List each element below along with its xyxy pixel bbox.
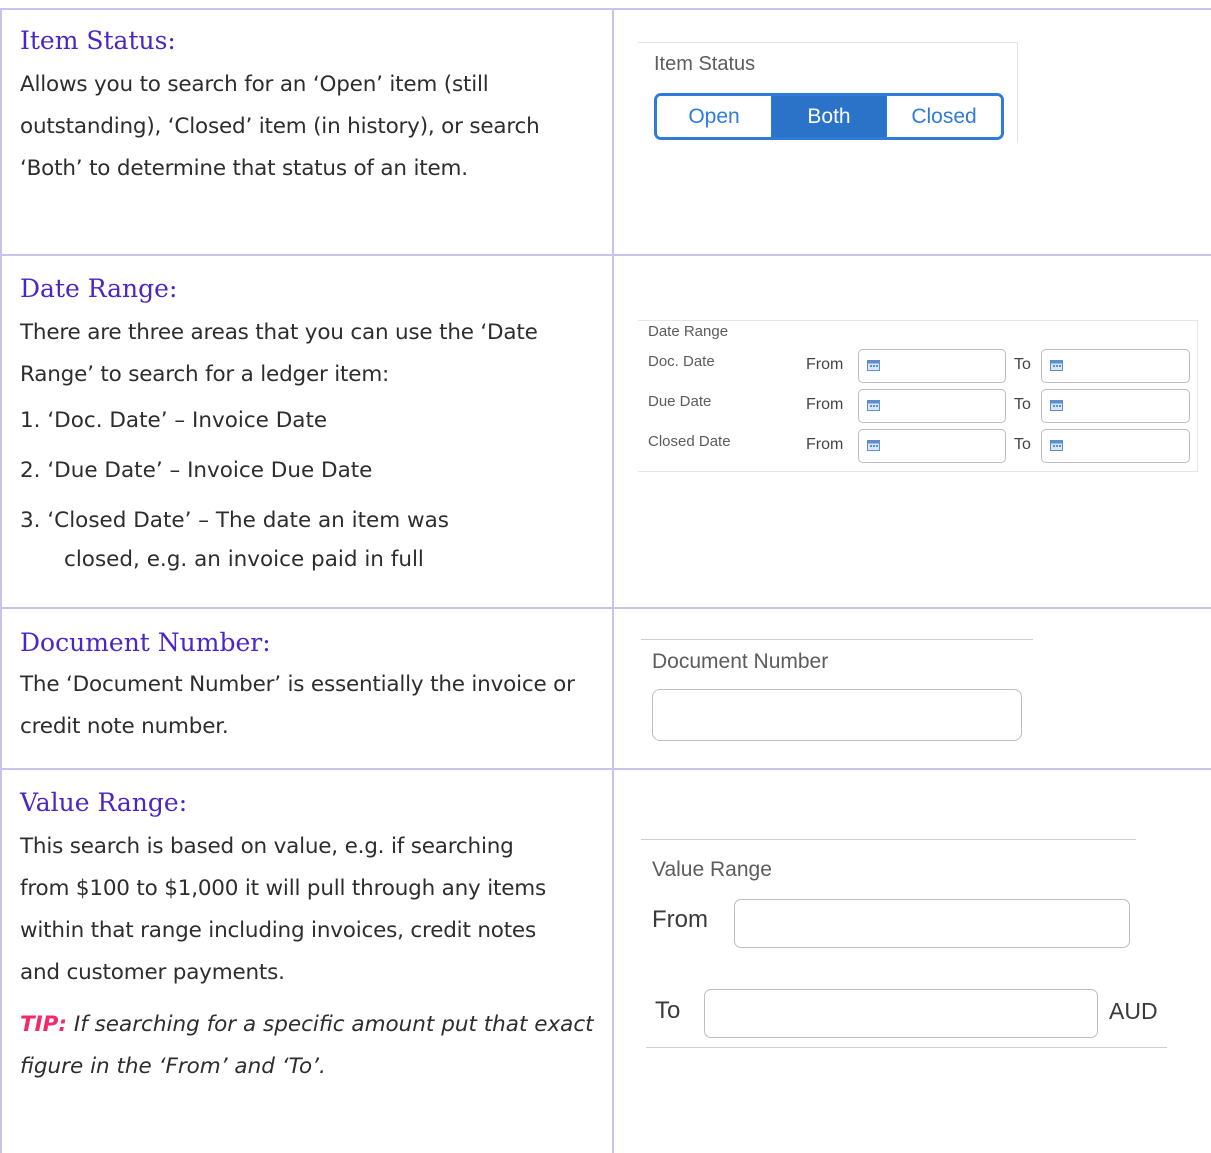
- closed-date-row: Closed Date From To: [648, 429, 1193, 463]
- list-item: 3. ‘Closed Date’ – The date an item was: [20, 508, 450, 533]
- calendar-icon[interactable]: [867, 399, 880, 411]
- list-item-continuation-text: closed, e.g. an invoice paid in full: [64, 547, 424, 572]
- table-border-top: [0, 8, 1211, 10]
- value-from-label: From: [652, 906, 708, 933]
- closed-date-label: Closed Date: [648, 433, 731, 450]
- section-body: This search is based on value, e.g. if s…: [20, 834, 546, 985]
- to-label: To: [1014, 396, 1031, 413]
- item-status-title: Item Status: [654, 53, 756, 75]
- status-closed-button[interactable]: Closed: [886, 96, 1001, 137]
- document-number-input[interactable]: [652, 689, 1022, 741]
- value-range-description: Value Range: This search is based on val…: [20, 786, 600, 1088]
- tip-note: TIP: If searching for a specific amount …: [20, 1004, 600, 1088]
- due-date-row: Due Date From To: [648, 389, 1193, 423]
- item-status-segmented-control: Open Both Closed: [654, 93, 1004, 140]
- row-divider: [0, 607, 1211, 609]
- status-both-button[interactable]: Both: [771, 96, 886, 137]
- divider: [646, 1047, 1167, 1048]
- date-range-widget: Date Range Doc. Date From To Due Date Fr…: [638, 320, 1198, 472]
- date-range-description: Date Range: There are three areas that y…: [20, 272, 600, 580]
- document-number-description: Document Number: The ‘Document Number’ i…: [20, 626, 600, 748]
- calendar-icon[interactable]: [867, 439, 880, 451]
- tip-text: If searching for a specific amount put t…: [20, 1012, 594, 1079]
- item-status-widget: Item Status Open Both Closed: [638, 42, 1018, 142]
- value-to-label: To: [655, 997, 681, 1024]
- calendar-icon[interactable]: [1050, 399, 1063, 411]
- calendar-icon[interactable]: [1050, 439, 1063, 451]
- from-label: From: [806, 356, 844, 373]
- section-heading: Document Number:: [20, 628, 271, 657]
- from-label: From: [806, 436, 844, 453]
- closed-date-from-input[interactable]: [858, 429, 1006, 463]
- status-open-button[interactable]: Open: [657, 96, 771, 137]
- list-item-continuation: closed, e.g. an invoice paid in full: [20, 540, 600, 580]
- due-date-to-input[interactable]: [1041, 389, 1190, 423]
- value-range-title: Value Range: [652, 858, 772, 881]
- section-body: Allows you to search for an ‘Open’ item …: [20, 72, 540, 181]
- doc-date-from-input[interactable]: [858, 349, 1006, 383]
- item-status-description: Item Status: Allows you to search for an…: [20, 24, 600, 190]
- section-heading: Value Range:: [20, 788, 188, 817]
- due-date-label: Due Date: [648, 393, 712, 410]
- list-item: 2. ‘Due Date’ – Invoice Due Date: [20, 458, 373, 483]
- divider: [641, 639, 1033, 640]
- section-heading: Item Status:: [20, 26, 176, 55]
- column-divider: [612, 8, 614, 1153]
- row-divider: [0, 768, 1211, 770]
- from-label: From: [806, 396, 844, 413]
- list-item: 1. ‘Doc. Date’ – Invoice Date: [20, 408, 328, 433]
- calendar-icon[interactable]: [867, 359, 880, 371]
- doc-date-row: Doc. Date From To: [648, 349, 1193, 383]
- section-body: The ‘Document Number’ is essentially the…: [20, 672, 575, 739]
- value-to-input[interactable]: [704, 989, 1098, 1038]
- row-divider: [0, 254, 1211, 256]
- table-border-left: [0, 8, 2, 1153]
- currency-label: AUD: [1109, 998, 1158, 1024]
- document-number-label: Document Number: [652, 650, 829, 673]
- value-from-input[interactable]: [734, 899, 1130, 948]
- divider: [641, 839, 1136, 840]
- due-date-from-input[interactable]: [858, 389, 1006, 423]
- tip-label: TIP:: [20, 1012, 68, 1037]
- closed-date-to-input[interactable]: [1041, 429, 1190, 463]
- doc-date-to-input[interactable]: [1041, 349, 1190, 383]
- section-body: There are three areas that you can use t…: [20, 320, 538, 387]
- date-range-title: Date Range: [648, 323, 729, 340]
- to-label: To: [1014, 356, 1031, 373]
- to-label: To: [1014, 436, 1031, 453]
- calendar-icon[interactable]: [1050, 359, 1063, 371]
- section-heading: Date Range:: [20, 274, 178, 303]
- doc-date-label: Doc. Date: [648, 353, 715, 370]
